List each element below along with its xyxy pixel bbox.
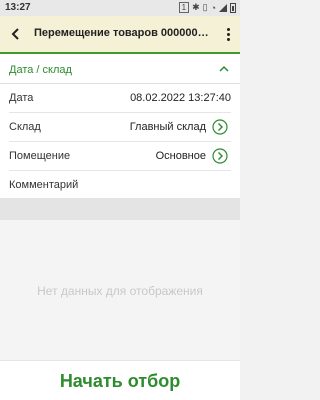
room-open-icon[interactable] [212,148,228,164]
chevron-up-icon[interactable] [218,63,230,75]
chevron-left-icon [11,28,19,40]
date-label: Дата [9,92,34,104]
toolbar: Перемещение товаров 000000… [0,16,240,52]
room-label: Помещение [9,150,71,162]
comment-label: Комментарий [9,179,79,191]
start-picking-button[interactable]: Начать отбор [0,361,240,400]
bottom-bar: Начать отбор [0,360,240,400]
document-form: Дата / склад Дата 08.02.2022 13:27:40 Ск… [0,52,240,198]
warehouse-row[interactable]: Склад Главный склад [0,113,240,142]
bluetooth-icon: ✱ [192,2,200,12]
warehouse-value[interactable]: Главный склад [130,121,206,133]
section-spacer [0,198,240,220]
room-value[interactable]: Основное [156,150,206,162]
room-row[interactable]: Помещение Основное [0,142,240,171]
empty-state-text: Нет данных для отображения [37,284,203,298]
alarm-icon: ◔ [210,2,216,13]
signal-icon [219,3,227,12]
comment-row[interactable]: Комментарий [0,171,240,200]
more-menu-button[interactable] [220,22,236,46]
warehouse-open-icon[interactable] [212,119,228,135]
status-bar: 13:27 1 ✱ ▯ ◔ [0,0,240,16]
page-title: Перемещение товаров 000000… [34,27,209,39]
back-button[interactable] [4,22,28,46]
more-vertical-icon [226,27,230,31]
status-icons: 1 ✱ ▯ ◔ [178,2,236,13]
date-row[interactable]: Дата 08.02.2022 13:27:40 [0,84,240,113]
section-title: Дата / склад [9,64,72,76]
date-value[interactable]: 08.02.2022 13:27:40 [130,92,231,104]
section-header-date-warehouse[interactable]: Дата / склад [0,52,240,84]
vibrate-icon: ▯ [202,2,208,12]
items-list: Нет данных для отображения [0,220,240,360]
status-time: 13:27 [5,2,31,13]
warehouse-label: Склад [9,121,41,133]
battery-icon [230,2,236,13]
sim-icon: 1 [178,2,190,13]
